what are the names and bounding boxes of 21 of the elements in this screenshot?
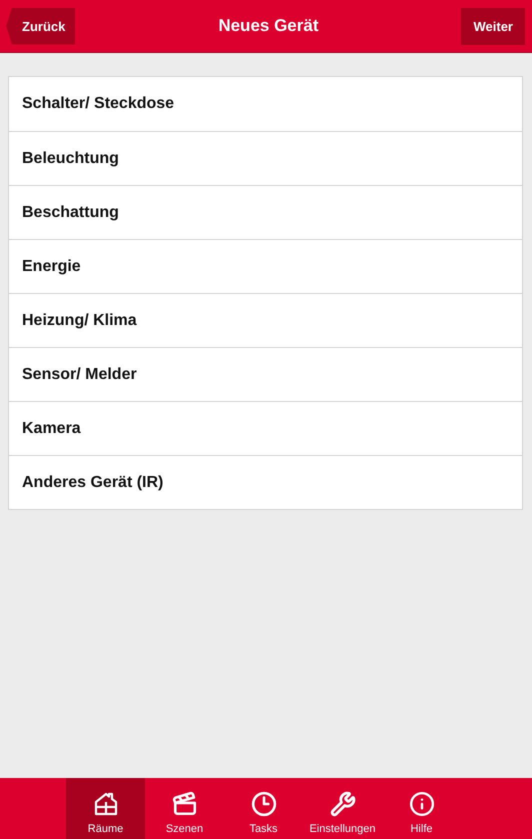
info-icon bbox=[408, 791, 434, 817]
clapperboard-icon bbox=[172, 791, 198, 817]
back-button[interactable]: Zurück bbox=[6, 8, 76, 44]
list-item[interactable]: Beleuchtung bbox=[9, 131, 522, 185]
tab[interactable]: Einstellungen bbox=[303, 778, 382, 839]
list-item[interactable]: Sensor/ Melder bbox=[9, 347, 522, 401]
list-item[interactable]: Schalter/ Steckdose bbox=[9, 77, 522, 131]
tab[interactable]: Hilfe bbox=[382, 778, 461, 839]
clock-icon bbox=[250, 791, 276, 817]
list-item[interactable]: Heizung/ Klima bbox=[9, 293, 522, 347]
tab[interactable]: Tasks bbox=[224, 778, 303, 839]
tab[interactable]: Räume bbox=[66, 778, 145, 839]
list-item[interactable]: Anderes Gerät (IR) bbox=[9, 455, 522, 509]
list-item[interactable]: Kamera bbox=[9, 401, 522, 455]
house-icon bbox=[92, 791, 118, 817]
next-button[interactable]: Weiter bbox=[461, 8, 525, 44]
tab[interactable]: Szenen bbox=[145, 778, 224, 839]
page-title: Neues Gerät bbox=[218, 16, 318, 36]
list-item[interactable]: Energie bbox=[9, 239, 522, 293]
list-item[interactable]: Beschattung bbox=[9, 185, 522, 239]
wrench-icon bbox=[330, 791, 356, 817]
